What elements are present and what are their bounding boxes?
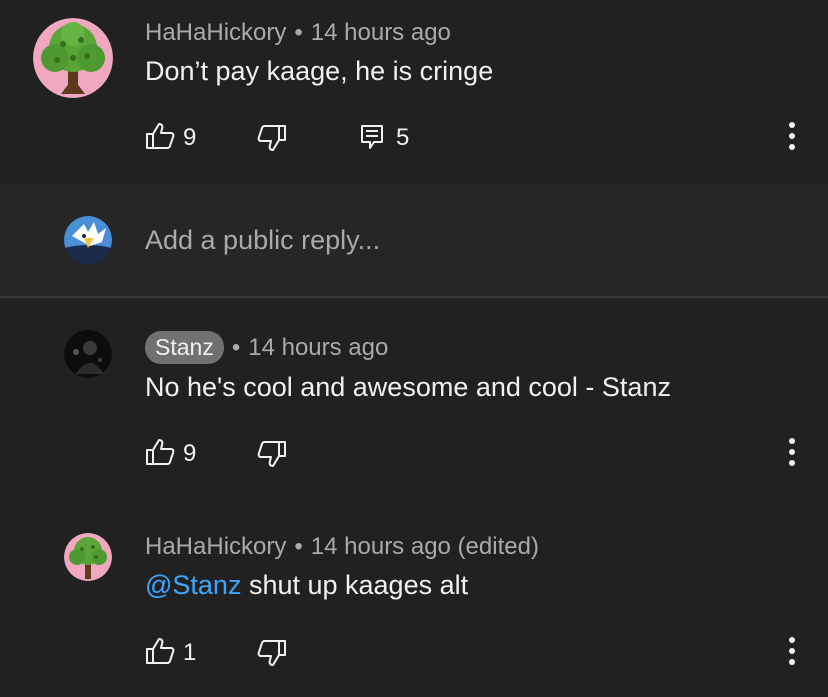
reply-button[interactable] [360, 124, 384, 150]
reply-text: No he's cool and awesome and cool - Stan… [145, 372, 671, 402]
reply-menu-button[interactable] [782, 434, 802, 470]
reply-meta: Stanz • 14 hours ago [145, 331, 388, 364]
reply-meta: HaHaHickory • 14 hours ago (edited) [145, 533, 539, 561]
author-name[interactable]: HaHaHickory [145, 19, 286, 46]
dislike-button[interactable] [257, 639, 287, 667]
meta-separator: • [294, 19, 303, 46]
like-button[interactable] [145, 122, 175, 150]
comment-text: Don’t pay kaage, he is cringe [145, 56, 494, 86]
reply-input[interactable]: Add a public reply... [145, 225, 380, 256]
meta-separator: • [231, 334, 241, 361]
reply-composer [0, 185, 828, 297]
timestamp[interactable]: 14 hours ago [248, 334, 388, 361]
more-vert-icon [789, 637, 795, 665]
comment-meta: HaHaHickory • 14 hours ago [145, 19, 451, 47]
more-vert-icon [789, 122, 795, 150]
like-count: 1 [183, 639, 197, 666]
reply-text-content: shut up kaages alt [241, 570, 469, 600]
like-button[interactable] [145, 637, 175, 665]
like-count: 9 [183, 124, 197, 151]
dislike-button[interactable] [257, 440, 287, 468]
dislike-button[interactable] [257, 124, 287, 152]
reply-menu-button[interactable] [782, 633, 802, 669]
thumbs-down-icon [257, 640, 286, 666]
reply-count: 5 [396, 124, 410, 151]
tree-avatar-icon [33, 18, 113, 98]
more-vert-icon [789, 438, 795, 466]
current-user-avatar [64, 216, 112, 264]
comment-menu-button[interactable] [782, 118, 802, 154]
thumbs-up-icon [146, 439, 175, 465]
thumbs-up-icon [146, 123, 175, 149]
divider [0, 296, 828, 298]
timestamp[interactable]: 14 hours ago (edited) [311, 533, 539, 560]
thumbs-down-icon [257, 125, 286, 151]
meta-separator: • [294, 533, 303, 560]
thumbs-down-icon [257, 441, 286, 467]
reply-icon [361, 125, 383, 149]
like-count: 9 [183, 440, 197, 467]
reply-avatar[interactable] [64, 330, 112, 378]
user-avatar-icon [64, 216, 112, 264]
mention-link[interactable]: @Stanz [145, 570, 241, 600]
avatar[interactable] [33, 18, 113, 98]
author-name[interactable]: HaHaHickory [145, 533, 286, 560]
like-button[interactable] [145, 438, 175, 466]
reply-avatar[interactable] [64, 533, 112, 581]
reply-text: @Stanz shut up kaages alt [145, 570, 468, 601]
timestamp[interactable]: 14 hours ago [311, 19, 451, 46]
tree-avatar-icon [64, 533, 112, 581]
thumbs-up-icon [146, 638, 175, 664]
author-name-chip[interactable]: Stanz [145, 331, 224, 364]
dark-avatar-icon [64, 330, 112, 378]
